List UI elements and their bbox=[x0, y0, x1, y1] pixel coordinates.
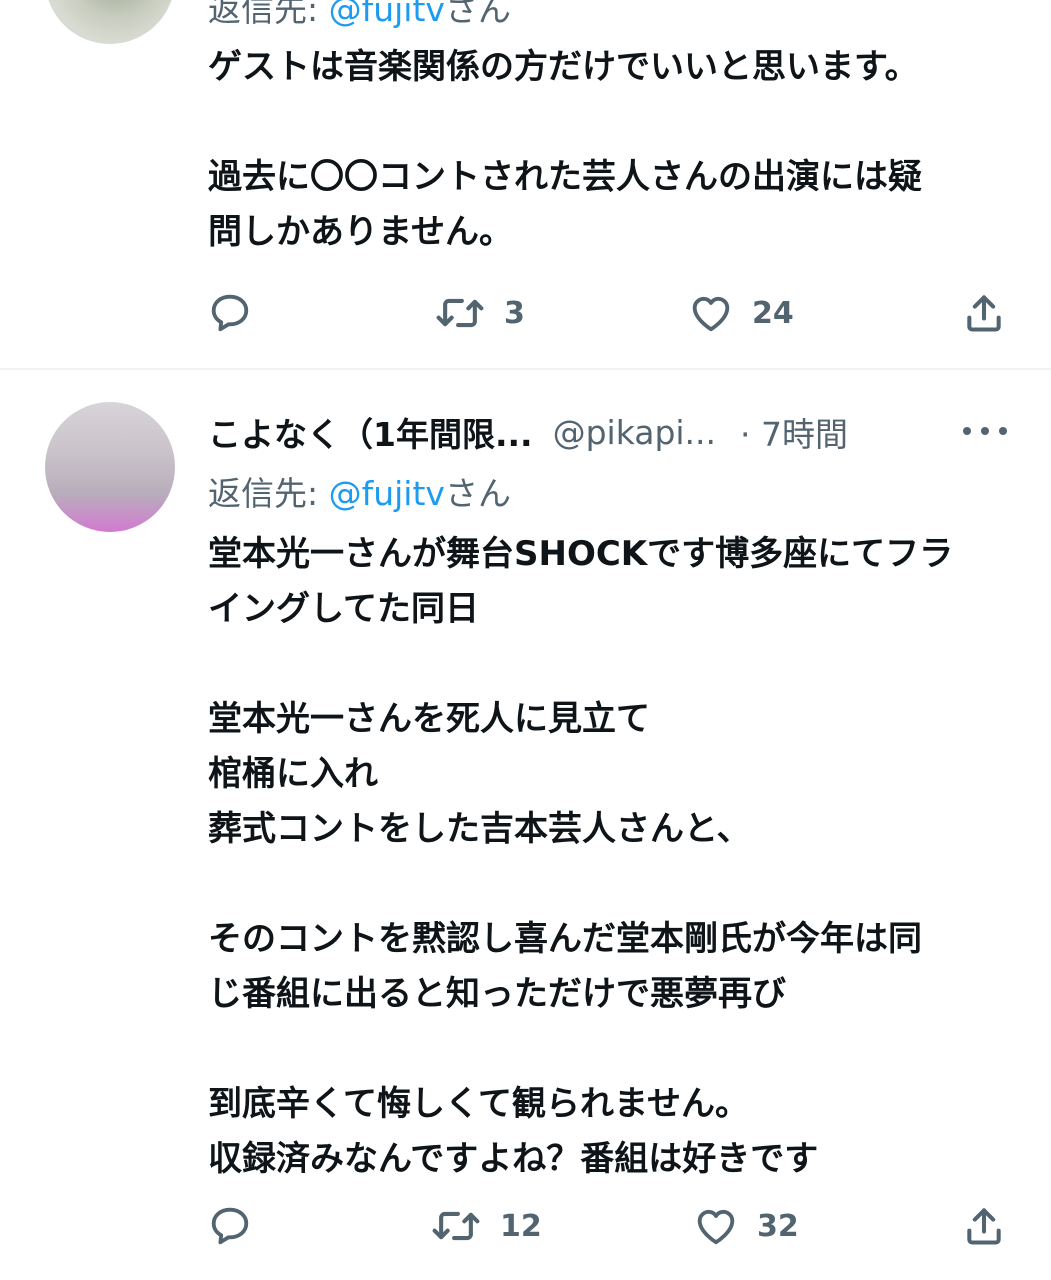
heart-icon bbox=[697, 1209, 735, 1245]
reply-icon bbox=[211, 294, 249, 332]
reply-to-line: 返信先: @fujitvさん bbox=[208, 0, 511, 32]
reply-button[interactable] bbox=[207, 283, 271, 343]
retweet-icon bbox=[436, 298, 484, 328]
more-icon-dot bbox=[981, 427, 989, 435]
avatar[interactable] bbox=[45, 402, 175, 532]
tweet-actions: 3 24 bbox=[0, 283, 1051, 343]
reply-handle-link[interactable]: @fujitv bbox=[329, 474, 445, 513]
reply-suffix: さん bbox=[444, 474, 511, 513]
reply-icon bbox=[211, 1207, 249, 1245]
retweet-button[interactable]: 3 bbox=[434, 283, 525, 343]
display-name[interactable]: こよなく（1年間限... bbox=[208, 408, 533, 456]
retweet-count: 3 bbox=[504, 295, 525, 331]
reply-handle-link[interactable]: @fujitv bbox=[329, 0, 445, 29]
reply-suffix: さん bbox=[444, 0, 511, 29]
timestamp[interactable]: · 7時間 bbox=[740, 408, 848, 456]
retweet-icon bbox=[432, 1211, 480, 1241]
reply-button[interactable] bbox=[207, 1196, 271, 1256]
like-button[interactable]: 24 bbox=[688, 283, 794, 343]
avatar[interactable] bbox=[45, 0, 175, 44]
tweet-header: こよなく（1年間限... @pikapi... · 7時間 bbox=[208, 408, 848, 456]
retweet-count: 12 bbox=[500, 1208, 542, 1244]
more-options-button[interactable] bbox=[963, 414, 1007, 448]
like-count: 24 bbox=[752, 295, 794, 331]
heart-icon bbox=[692, 296, 730, 332]
tweet[interactable]: 返信先: @fujitvさん ゲストは音楽関係の方だけでいいと思います。 過去に… bbox=[0, 0, 1051, 368]
tweet-text: 堂本光一さんが舞台SHOCKです博多座にてフラ イングしてた同日 堂本光一さんを… bbox=[208, 534, 954, 1179]
reply-prefix: 返信先: bbox=[208, 474, 329, 513]
more-icon bbox=[963, 427, 971, 435]
share-button[interactable] bbox=[962, 1196, 1006, 1256]
user-handle[interactable]: @pikapi... bbox=[553, 413, 716, 452]
tweet-actions: 12 32 bbox=[0, 1196, 1051, 1256]
like-button[interactable]: 32 bbox=[693, 1196, 799, 1256]
retweet-button[interactable]: 12 bbox=[430, 1196, 542, 1256]
tweet-text: ゲストは音楽関係の方だけでいいと思います。 過去に〇〇コントされた芸人さんの出演… bbox=[208, 47, 922, 252]
reply-prefix: 返信先: bbox=[208, 0, 329, 29]
reply-to-line: 返信先: @fujitvさん bbox=[208, 472, 511, 516]
more-icon-dot bbox=[999, 427, 1007, 435]
share-icon bbox=[967, 295, 1001, 332]
share-button[interactable] bbox=[962, 283, 1006, 343]
share-icon bbox=[967, 1208, 1001, 1245]
tweet[interactable]: こよなく（1年間限... @pikapi... · 7時間 返信先: @fuji… bbox=[0, 370, 1051, 1280]
like-count: 32 bbox=[757, 1208, 799, 1244]
